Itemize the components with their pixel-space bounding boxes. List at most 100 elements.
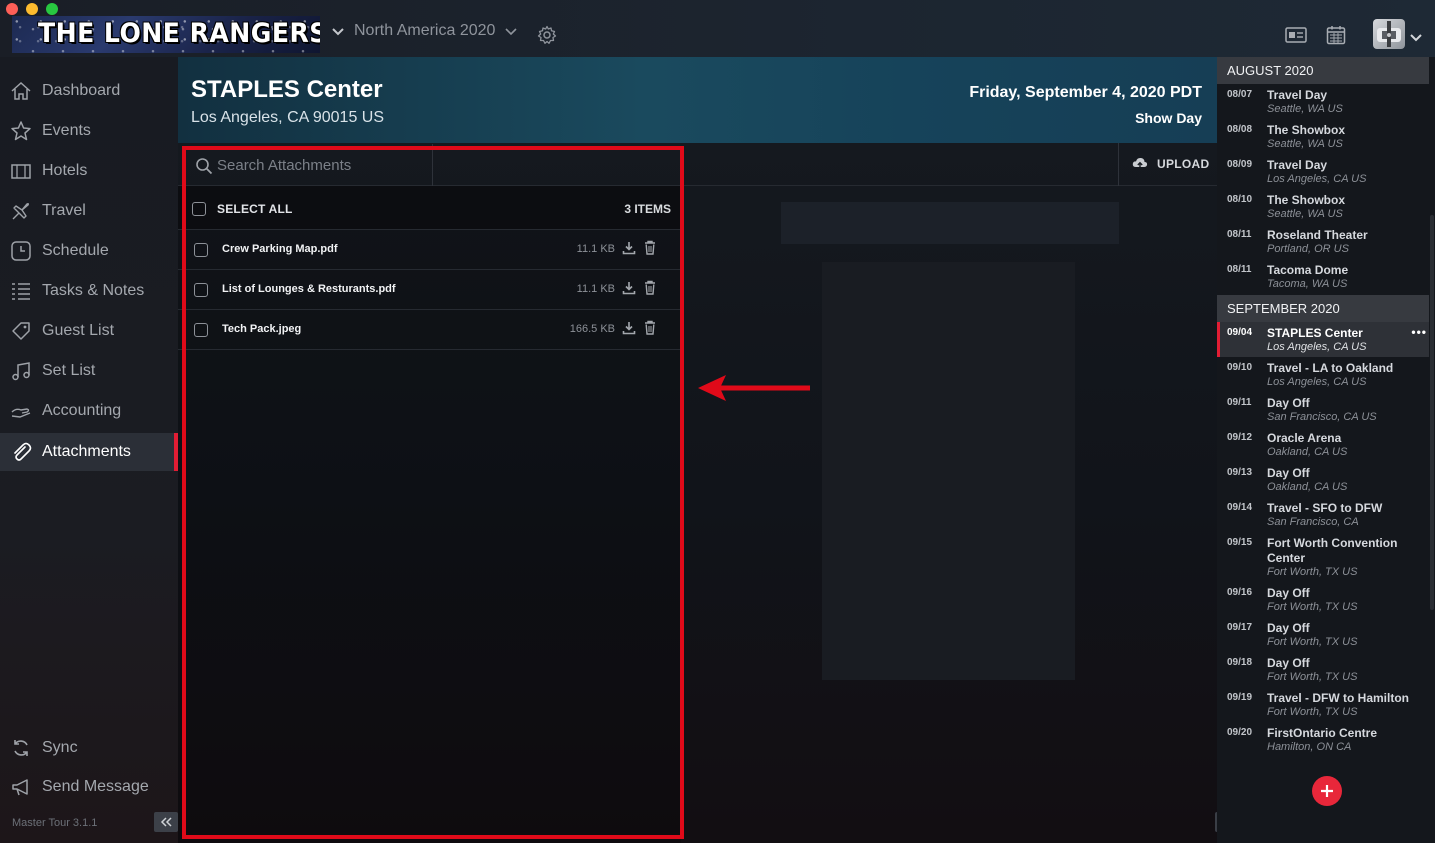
schedule-item[interactable]: 09/18 Day Off Fort Worth, TX US [1217, 656, 1429, 692]
sidebar-item-events[interactable]: Events [0, 112, 178, 150]
venue-name[interactable]: STAPLES Center [191, 76, 383, 104]
sidebar-item-accounting[interactable]: Accounting [0, 392, 178, 430]
tour-name: North America 2020 [354, 22, 496, 39]
calendar-icon[interactable] [1326, 25, 1346, 45]
brand-logo: THE LONE RANGERS [12, 16, 320, 53]
chevron-down-icon [505, 28, 517, 36]
file-name[interactable]: Crew Parking Map.pdf [222, 243, 338, 255]
sidebar-item-tasks-notes[interactable]: Tasks & Notes [0, 272, 178, 310]
avatar[interactable] [1373, 19, 1405, 49]
download-icon[interactable] [622, 281, 636, 295]
list-header: SELECT ALL 3 ITEMS [178, 186, 681, 230]
search-input[interactable] [217, 153, 427, 177]
sidebar-item-dashboard[interactable]: Dashboard [0, 72, 178, 110]
sidebar-item-set-list[interactable]: Set List [0, 352, 178, 390]
sidebar-item-hotels[interactable]: Hotels [0, 152, 178, 190]
list-item[interactable]: Tech Pack.jpeg 166.5 KB [178, 310, 681, 350]
schedule-item[interactable]: 08/07 Travel Day Seattle, WA US [1217, 88, 1429, 124]
window-controls [6, 3, 58, 15]
clock-icon [11, 241, 31, 261]
schedule-item[interactable]: 09/16 Day Off Fort Worth, TX US [1217, 586, 1429, 622]
file-checkbox[interactable] [194, 243, 208, 257]
preview-title-placeholder [781, 202, 1119, 244]
more-options-icon[interactable]: ••• [1411, 325, 1427, 339]
version-label: Master Tour 3.1.1 [12, 817, 98, 829]
top-bar: THE LONE RANGERS North America 2020 [0, 0, 1435, 57]
add-event-button[interactable] [1312, 776, 1342, 806]
file-size: 11.1 KB [576, 283, 615, 295]
money-icon [11, 408, 31, 418]
download-icon[interactable] [622, 241, 636, 255]
ticket-icon [12, 322, 30, 340]
file-checkbox[interactable] [194, 323, 208, 337]
select-all-checkbox[interactable] [192, 202, 206, 216]
event-header: STAPLES Center Los Angeles, CA 90015 US … [178, 57, 1217, 143]
file-checkbox[interactable] [194, 283, 208, 297]
file-name[interactable]: List of Lounges & Resturants.pdf [222, 283, 396, 295]
select-all-label[interactable]: SELECT ALL [217, 202, 293, 216]
sidebar-item-guest-list[interactable]: Guest List [0, 312, 178, 350]
arrow-left-icon [698, 375, 810, 401]
day-type: Show Day [1135, 110, 1202, 126]
schedule-item-selected[interactable]: 09/04 STAPLES Center Los Angeles, CA US … [1217, 322, 1429, 357]
tour-selector[interactable]: North America 2020 [330, 22, 519, 40]
sync-button[interactable]: Sync [0, 729, 178, 767]
file-size: 166.5 KB [569, 323, 615, 335]
sync-icon [14, 740, 28, 756]
plane-icon [12, 202, 30, 220]
star-icon [11, 121, 31, 141]
schedule-panel: AUGUST 2020 08/07 Travel Day Seattle, WA… [1217, 57, 1435, 843]
minimize-window-button[interactable] [26, 3, 38, 15]
sidebar: Dashboard Events Hotels Travel Schedule … [0, 57, 178, 843]
contact-card-icon[interactable] [1285, 26, 1307, 44]
cloud-upload-icon [1132, 157, 1148, 169]
double-chevron-left-icon [160, 817, 172, 827]
hotel-icon [11, 164, 31, 179]
upload-button[interactable]: UPLOAD [1118, 143, 1217, 186]
schedule-item[interactable]: 09/12 Oracle Arena Oakland, CA US [1217, 431, 1429, 467]
sidebar-item-travel[interactable]: Travel [0, 192, 178, 230]
schedule-scrollbar[interactable] [1430, 215, 1434, 610]
trash-icon[interactable] [644, 280, 656, 295]
schedule-item[interactable]: 09/11 Day Off San Francisco, CA US [1217, 396, 1429, 432]
list-item[interactable]: Crew Parking Map.pdf 11.1 KB [178, 230, 681, 270]
schedule-item[interactable]: 08/10 The Showbox Seattle, WA US [1217, 193, 1429, 229]
event-date: Friday, September 4, 2020 PDT [969, 84, 1202, 101]
close-window-button[interactable] [6, 3, 18, 15]
download-icon[interactable] [622, 321, 636, 335]
schedule-item[interactable]: 09/20 FirstOntario Centre Hamilton, ON C… [1217, 726, 1429, 762]
schedule-item[interactable]: 08/11 Roseland Theater Portland, OR US [1217, 228, 1429, 264]
guitar-icon [1377, 21, 1401, 47]
plus-icon [1321, 785, 1333, 797]
list-item[interactable]: List of Lounges & Resturants.pdf 11.1 KB [178, 270, 681, 310]
schedule-item[interactable]: 09/13 Day Off Oakland, CA US [1217, 466, 1429, 502]
paperclip-icon [14, 442, 32, 461]
schedule-item[interactable]: 09/15 Fort Worth Convention Center Fort … [1217, 536, 1429, 587]
trash-icon[interactable] [644, 320, 656, 335]
schedule-item[interactable]: 08/11 Tacoma Dome Tacoma, WA US [1217, 263, 1429, 294]
maximize-window-button[interactable] [46, 3, 58, 15]
schedule-item[interactable]: 09/14 Travel - SFO to DFW San Francisco,… [1217, 501, 1429, 537]
upload-label: UPLOAD [1157, 157, 1210, 171]
sidebar-item-schedule[interactable]: Schedule [0, 232, 178, 270]
sidebar-item-attachments[interactable]: Attachments [0, 433, 178, 471]
trash-icon[interactable] [644, 240, 656, 255]
chevron-down-icon [332, 28, 344, 36]
home-icon [11, 81, 31, 100]
schedule-item[interactable]: 09/10 Travel - LA to Oakland Los Angeles… [1217, 361, 1429, 397]
schedule-item[interactable]: 09/17 Day Off Fort Worth, TX US [1217, 621, 1429, 657]
gear-icon[interactable] [537, 25, 557, 45]
month-header: SEPTEMBER 2020 [1217, 295, 1429, 322]
schedule-item[interactable]: 08/09 Travel Day Los Angeles, CA US [1217, 158, 1429, 194]
schedule-item[interactable]: 08/08 The Showbox Seattle, WA US [1217, 123, 1429, 159]
megaphone-icon [12, 779, 28, 796]
search-box [181, 144, 433, 186]
chevron-down-icon[interactable] [1409, 31, 1423, 43]
file-name[interactable]: Tech Pack.jpeg [222, 323, 301, 335]
search-icon [196, 158, 213, 175]
collapse-sidebar-button[interactable] [154, 812, 178, 832]
venue-address: Los Angeles, CA 90015 US [191, 109, 385, 126]
schedule-item[interactable]: 09/19 Travel - DFW to Hamilton Fort Wort… [1217, 691, 1429, 727]
send-message-button[interactable]: Send Message [0, 768, 178, 806]
brand-title: THE LONE RANGERS [38, 18, 320, 49]
